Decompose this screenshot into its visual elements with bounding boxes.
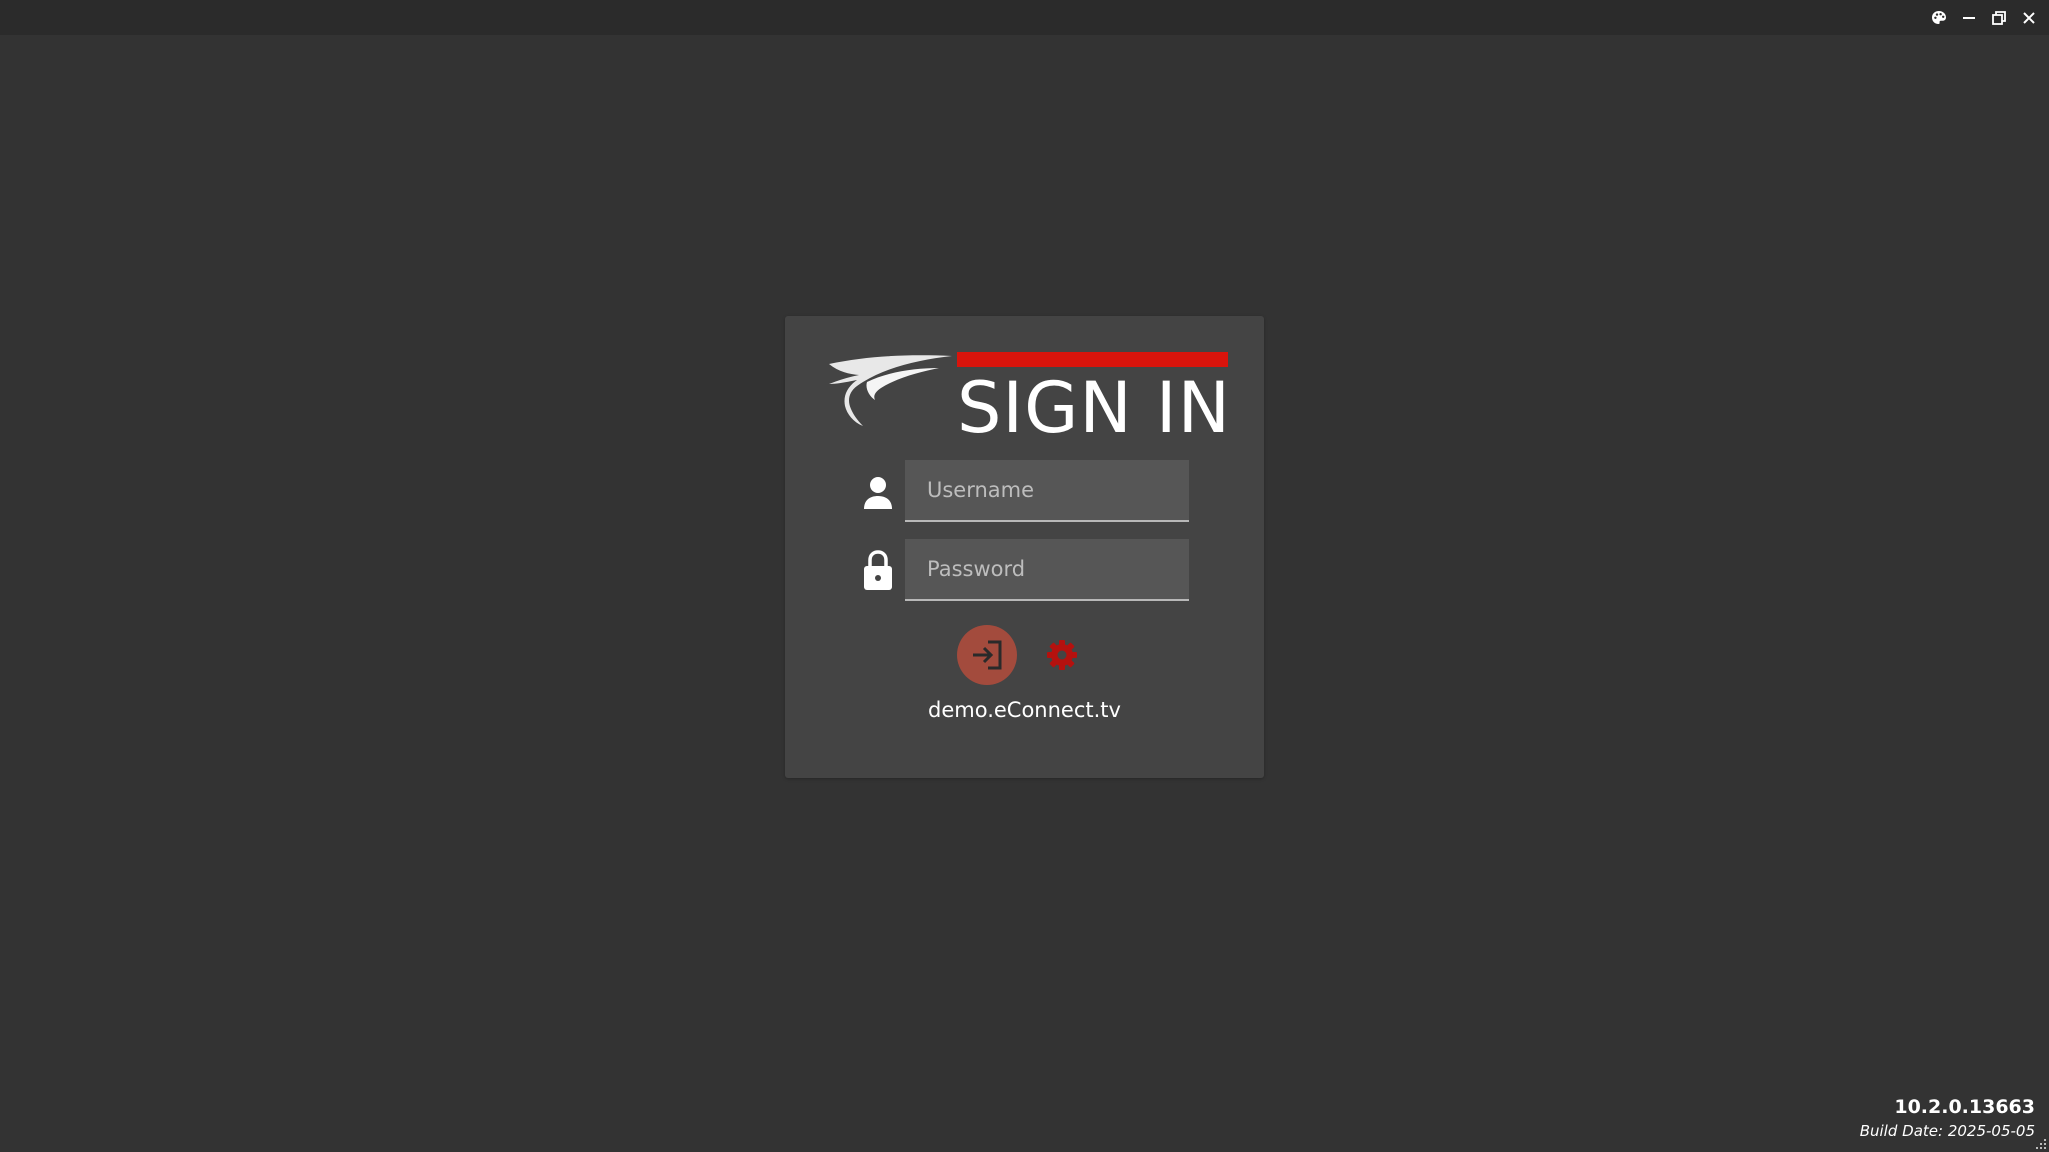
sign-in-panel: SIGN IN Username demo.eConnect.tv [785, 316, 1264, 778]
title-accent-bar [957, 352, 1228, 367]
title-bar[interactable] [0, 0, 2049, 35]
user-icon [861, 473, 895, 513]
close-button[interactable] [2017, 6, 2041, 30]
minimize-icon [1963, 17, 1975, 19]
swoosh-logo-icon [829, 355, 952, 426]
app-window: SIGN IN Username demo.eConnect.tv 10.2.0… [0, 0, 2049, 1152]
palette-icon [1932, 11, 1946, 24]
password-field[interactable] [905, 539, 1189, 601]
username-field[interactable] [905, 460, 1189, 522]
lock-icon [861, 550, 895, 590]
build-date-label: Build Date: 2025-05-05 [1859, 1122, 2035, 1140]
minimize-button[interactable] [1957, 6, 1981, 30]
sign-in-button[interactable] [957, 625, 1017, 685]
gear-icon [1047, 640, 1077, 670]
theme-button[interactable] [1927, 6, 1951, 30]
version-label: 10.2.0.13663 [1894, 1096, 2035, 1118]
password-input[interactable] [905, 539, 1189, 599]
settings-button[interactable] [1045, 638, 1079, 672]
server-name[interactable]: demo.eConnect.tv [785, 698, 1264, 722]
close-icon [2023, 12, 2035, 24]
restore-icon [1992, 11, 2006, 25]
page-title: SIGN IN [957, 367, 1231, 449]
window-controls [1927, 6, 2041, 30]
sign-in-arrow-icon [973, 640, 1002, 670]
username-input[interactable] [905, 460, 1189, 520]
restore-button[interactable] [1987, 6, 2011, 30]
resize-grip-icon[interactable] [2033, 1136, 2047, 1150]
